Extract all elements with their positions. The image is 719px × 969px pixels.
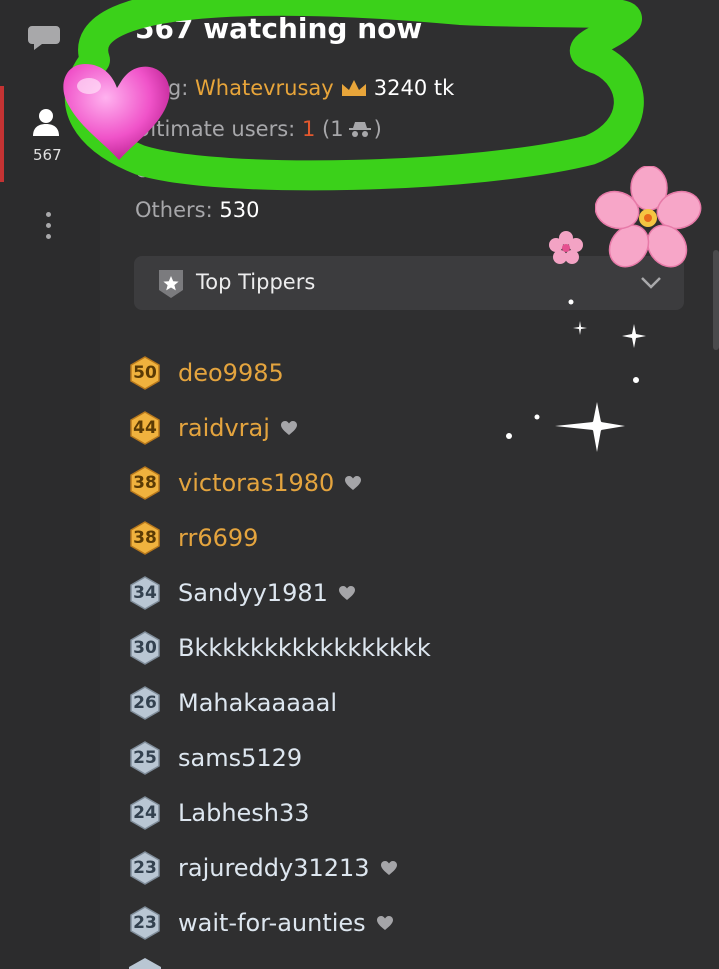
tipper-username[interactable]: Mahakaaaaal	[178, 689, 337, 717]
scrollbar[interactable]	[713, 250, 719, 350]
tipper-row[interactable]: 50 deo9985	[127, 353, 627, 393]
heart-icon	[376, 916, 393, 930]
level-badge: 23	[127, 905, 163, 941]
heart-icon	[338, 586, 355, 600]
partial-row-badge	[129, 958, 161, 969]
level-badge: 23	[127, 850, 163, 886]
tipper-username[interactable]: rajureddy31213	[178, 854, 370, 882]
heart-icon	[280, 421, 297, 435]
king-label: King:	[135, 76, 189, 100]
side-rail: 567	[0, 0, 100, 969]
level-badge: 38	[127, 520, 163, 556]
level-number: 26	[133, 693, 157, 713]
level-number: 23	[133, 913, 157, 933]
ultimate-close-paren: )	[373, 117, 382, 141]
others-count: 530	[219, 198, 260, 222]
tipper-row[interactable]: 25 sams5129	[127, 738, 627, 778]
tipper-username[interactable]: Labhesh33	[178, 799, 310, 827]
level-number: 50	[133, 363, 157, 383]
chevron-down-icon[interactable]	[640, 274, 662, 290]
flower-sticker-large	[595, 166, 702, 268]
level-badge: 44	[127, 410, 163, 446]
level-badge: 34	[127, 575, 163, 611]
level-number: 38	[133, 473, 157, 493]
ultimate-users-row: Ultimate users: 1 (1)	[135, 117, 382, 141]
user-icon[interactable]	[30, 106, 62, 138]
level-number: 44	[133, 418, 157, 438]
tipper-row[interactable]: 26 Mahakaaaaal	[127, 683, 627, 723]
heart-icon	[380, 861, 397, 875]
level-number: 24	[133, 803, 157, 823]
tipper-row[interactable]: 23 wait-for-aunties	[127, 903, 627, 943]
more-vertical-icon[interactable]	[38, 212, 58, 246]
level-number: 34	[133, 583, 157, 603]
heart-icon	[345, 476, 362, 490]
ultimate-hidden-count: (1	[322, 117, 344, 141]
tipper-row[interactable]: 38 rr6699	[127, 518, 627, 558]
active-tab-indicator	[0, 86, 4, 182]
level-badge: 25	[127, 740, 163, 776]
level-number: 25	[133, 748, 157, 768]
level-badge: 26	[127, 685, 163, 721]
ultimate-label: Ultimate users:	[135, 117, 296, 141]
crown-icon	[341, 80, 366, 96]
top-tippers-accordion[interactable]: Top Tippers	[134, 256, 684, 310]
king-row: King: Whatevrusay 3240 tk	[135, 76, 454, 100]
ultimate-count: 1	[301, 117, 316, 141]
level-badge: 38	[127, 465, 163, 501]
level-number: 23	[133, 858, 157, 878]
level-number: 30	[133, 638, 157, 658]
level-badge: 50	[127, 355, 163, 391]
incognito-icon	[348, 122, 371, 137]
top-tippers-label: Top Tippers	[196, 270, 316, 294]
level-badge: 30	[127, 630, 163, 666]
tipper-username[interactable]: raidvraj	[178, 414, 270, 442]
king-tokens: 3240 tk	[373, 76, 455, 100]
tipper-row[interactable]: 23 rajureddy31213	[127, 848, 627, 888]
tipper-row[interactable]: 38 victoras1980	[127, 463, 627, 503]
tipper-row[interactable]: 44 raidvraj	[127, 408, 627, 448]
tipper-username[interactable]: victoras1980	[178, 469, 334, 497]
others-row: Others: 530	[135, 198, 259, 222]
level-number: 38	[133, 528, 157, 548]
tipper-username[interactable]: wait-for-aunties	[178, 909, 366, 937]
chat-bubble-icon[interactable]	[28, 22, 64, 52]
tipper-username[interactable]: rr6699	[178, 524, 258, 552]
level-badge: 24	[127, 795, 163, 831]
tipper-username[interactable]: Bkkkkkkkkkkkkkkkkk	[178, 634, 431, 662]
shield-star-icon	[159, 270, 183, 298]
tipper-row[interactable]: 24 Labhesh33	[127, 793, 627, 833]
tipper-row[interactable]: 34 Sandyy1981	[127, 573, 627, 613]
king-username[interactable]: Whatevrusay	[195, 76, 334, 100]
users-row: Us	[135, 158, 162, 182]
tipper-username[interactable]: Sandyy1981	[178, 579, 328, 607]
viewer-count-label: 567	[33, 146, 62, 164]
tipper-username[interactable]: sams5129	[178, 744, 302, 772]
others-label: Others:	[135, 198, 213, 222]
tipper-username[interactable]: deo9985	[178, 359, 284, 387]
watching-title: 567 watching now	[135, 12, 423, 45]
tipper-row[interactable]: 30 Bkkkkkkkkkkkkkkkkk	[127, 628, 627, 668]
